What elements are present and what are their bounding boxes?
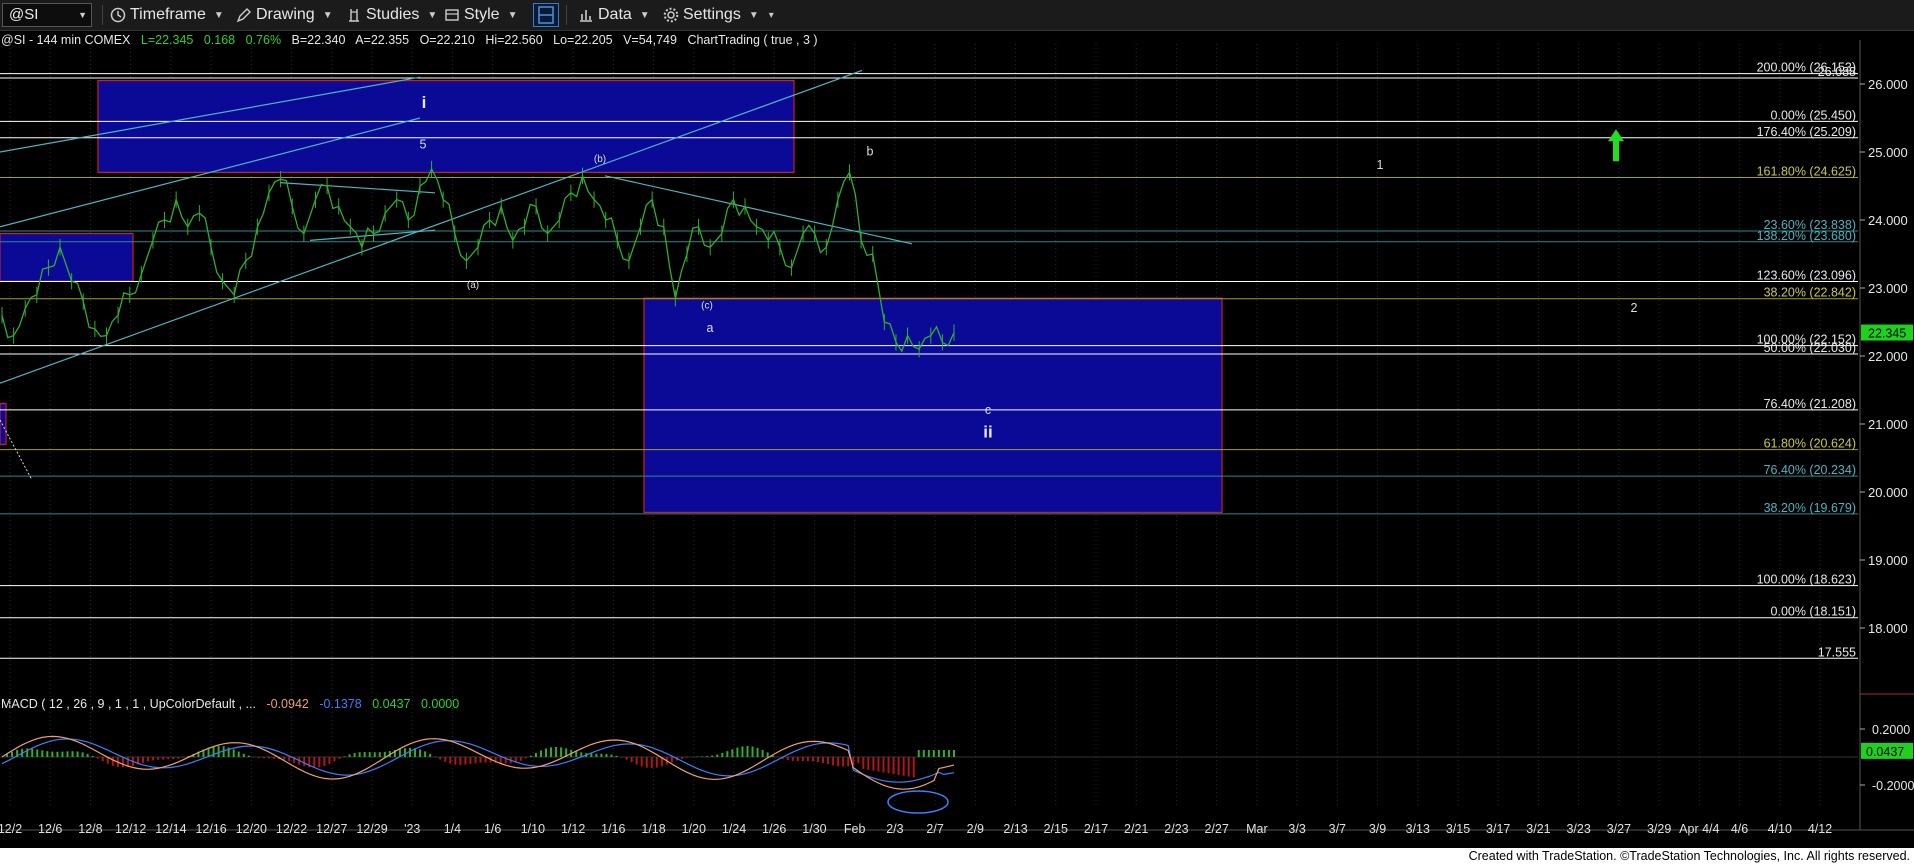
time-tick-label: 2/15	[1044, 822, 1068, 836]
time-tick-label: 3/17	[1486, 822, 1510, 836]
time-tick-label: 12/6	[38, 822, 62, 836]
wave-label: c	[985, 403, 991, 417]
time-tick-label: 3/23	[1566, 822, 1590, 836]
price-tick-label: 18.000	[1868, 621, 1908, 636]
fib-level-label: 17.555	[1818, 645, 1856, 659]
time-tick-label: 12/29	[356, 822, 387, 836]
fib-level-label: 61.80% (20.624)	[1764, 437, 1856, 451]
price-chart[interactable]: 200.00% (26.153)26.0880.00% (25.450)176.…	[0, 0, 1914, 848]
target-zone-box	[0, 233, 134, 282]
wave-label: 5	[420, 138, 427, 152]
wave-label: a	[707, 321, 714, 335]
wave-label: 2	[1631, 301, 1638, 315]
time-tick-label: 3/29	[1647, 822, 1671, 836]
time-tick-label: 12/27	[316, 822, 347, 836]
time-tick-label: Mar	[1246, 822, 1268, 836]
time-tick-label: 1/16	[601, 822, 625, 836]
time-tick-label: 12/16	[195, 822, 226, 836]
fib-level-label: 0.00% (18.151)	[1771, 605, 1856, 619]
fib-level-label: 0.00% (25.450)	[1771, 108, 1856, 122]
time-tick-label: 12/20	[236, 822, 267, 836]
target-zone-box	[643, 297, 1223, 514]
time-tick-label: 2/3	[886, 822, 903, 836]
time-tick-label: 2/17	[1084, 822, 1108, 836]
fib-level-label: 26.088	[1818, 65, 1856, 79]
fib-level-label: 176.40% (25.209)	[1757, 125, 1856, 139]
fib-level-label: 38.20% (22.842)	[1764, 286, 1856, 300]
price-tick-label: 19.000	[1868, 553, 1908, 568]
macd-line	[1, 735, 955, 790]
time-tick-label: 1/10	[521, 822, 545, 836]
trendline	[604, 175, 913, 245]
price-tick-label: 23.000	[1868, 281, 1908, 296]
trendline	[309, 229, 436, 241]
time-tick-label: 12/12	[115, 822, 146, 836]
macd-value-label: 0.0437	[1866, 745, 1904, 759]
time-tick-label: 3/3	[1288, 822, 1305, 836]
fib-level-label: 50.00% (22.030)	[1764, 341, 1856, 355]
time-tick-label: 1/26	[762, 822, 786, 836]
time-tick-label: 4/12	[1808, 822, 1832, 836]
wave-label: i	[422, 93, 427, 112]
price-tick-label: 22.000	[1868, 349, 1908, 364]
time-tick-label: '23	[404, 822, 420, 836]
time-tick-label: 3/15	[1446, 822, 1470, 836]
fib-level-label: 161.80% (24.625)	[1757, 165, 1856, 179]
time-tick-label: 3/7	[1329, 822, 1346, 836]
time-tick-label: 1/24	[722, 822, 746, 836]
up-arrow-icon	[1608, 129, 1624, 162]
wave-label: 1	[1377, 158, 1384, 172]
time-tick-label: 3/9	[1369, 822, 1386, 836]
time-tick-label: 2/23	[1164, 822, 1188, 836]
time-tick-label: 1/20	[682, 822, 706, 836]
time-tick-label: 12/22	[276, 822, 307, 836]
time-tick-label: 3/13	[1406, 822, 1430, 836]
last-price-label: 22.345	[1868, 327, 1906, 341]
time-tick-label: 12/2	[0, 822, 22, 836]
time-tick-label: 2/21	[1124, 822, 1148, 836]
price-tick-label: 20.000	[1868, 485, 1908, 500]
time-tick-label: 4/6	[1731, 822, 1748, 836]
fib-level-label: 76.40% (21.208)	[1764, 397, 1856, 411]
macd-tick-label: -0.2000	[1872, 779, 1914, 793]
fib-level-label: 100.00% (18.623)	[1757, 573, 1856, 587]
fib-level-label: 123.60% (23.096)	[1757, 268, 1856, 282]
time-tick-label: 12/8	[78, 822, 102, 836]
time-tick-label: 4/10	[1768, 822, 1792, 836]
copyright-text: Created with TradeStation. ©TradeStation…	[1468, 849, 1910, 863]
time-tick-label: 2/13	[1003, 822, 1027, 836]
time-tick-label: 3/21	[1526, 822, 1550, 836]
macd-divergence-ellipse	[887, 790, 949, 814]
wave-label: (b)	[594, 154, 606, 165]
wave-label: b	[867, 144, 874, 158]
time-tick-label: Apr 4/4	[1679, 822, 1719, 836]
macd-signal-line	[1, 738, 955, 783]
price-tick-label: 21.000	[1868, 417, 1908, 432]
time-tick-label: 1/30	[802, 822, 826, 836]
fib-level-label: 138.20% (23.680)	[1757, 229, 1856, 243]
wave-label: ii	[983, 423, 992, 442]
wave-label: (a)	[467, 280, 479, 291]
time-tick-label: 1/4	[444, 822, 461, 836]
wave-label: (c)	[701, 300, 713, 311]
price-tick-label: 24.000	[1868, 213, 1908, 228]
time-tick-label: 2/9	[967, 822, 984, 836]
time-tick-label: 1/12	[561, 822, 585, 836]
time-tick-label: 12/14	[155, 822, 186, 836]
time-tick-label: 1/18	[641, 822, 665, 836]
target-zone-box	[97, 79, 795, 174]
time-tick-label: Feb	[844, 822, 866, 836]
time-tick-label: 2/27	[1204, 822, 1228, 836]
time-tick-label: 3/27	[1607, 822, 1631, 836]
footer: Created with TradeStation. ©TradeStation…	[0, 848, 1914, 866]
time-tick-label: 1/6	[484, 822, 501, 836]
macd-tick-label: 0.2000	[1872, 723, 1910, 737]
price-tick-label: 25.000	[1868, 145, 1908, 160]
time-tick-label: 2/7	[926, 822, 943, 836]
price-tick-label: 26.000	[1868, 77, 1908, 92]
fib-level-label: 38.20% (19.679)	[1764, 501, 1856, 515]
fib-level-label: 76.40% (20.234)	[1764, 463, 1856, 477]
